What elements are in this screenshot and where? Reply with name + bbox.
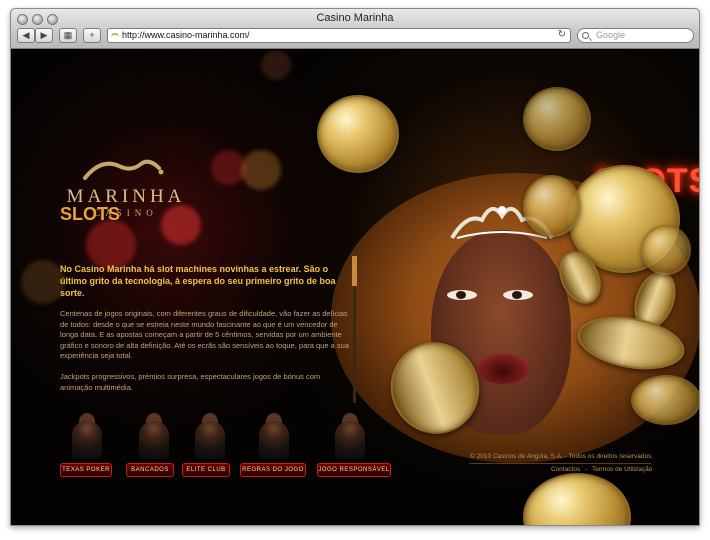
jogo-responsavel-button[interactable]: JOGO RESPONSÁVEL — [317, 463, 391, 477]
text-scrollbar-thumb[interactable] — [352, 256, 357, 286]
address-bar[interactable]: http://www.casino-marinha.com/ ↻ — [107, 28, 571, 43]
texas-poker-button[interactable]: TEXAS POKER — [60, 463, 112, 477]
coin — [641, 225, 691, 275]
person-figure — [335, 421, 365, 459]
forward-icon: ▶ — [40, 30, 48, 40]
coin — [523, 87, 591, 151]
site-favicon — [111, 33, 119, 38]
add-bookmark-button[interactable]: + — [83, 28, 101, 43]
bokeh-light — [21, 260, 65, 304]
search-icon — [582, 32, 589, 39]
footer-links: Contactos - Termos de Utilização — [551, 466, 652, 473]
footer-divider — [469, 463, 651, 464]
coin — [631, 375, 699, 425]
window-title: Casino Marinha — [316, 12, 394, 24]
browser-window: Casino Marinha ◀ ▶ ▦ + http://www.casino… — [10, 8, 700, 526]
thumb-elite-club[interactable] — [179, 411, 241, 463]
search-field[interactable]: Google — [577, 28, 694, 43]
body-paragraph: Jackpots progressivos, prémios surpresa,… — [60, 372, 321, 392]
footer-separator: - — [585, 466, 588, 473]
thumb-bancados[interactable] — [123, 411, 185, 463]
copyright-text: © 2010 Casinos de Angola, S.A. - Todos o… — [470, 453, 654, 460]
reload-icon[interactable]: ↻ — [558, 29, 566, 40]
right-eye — [503, 290, 533, 300]
bokeh-light — [261, 50, 291, 80]
page-content: SLOTS MARINHA CASINO SLOTS No Casino Mar… — [11, 50, 699, 525]
lead-paragraph: No Casino Marinha há slot machines novin… — [60, 264, 336, 298]
forward-button[interactable]: ▶ — [35, 28, 53, 43]
bancados-button[interactable]: BANCADOS — [126, 463, 174, 477]
coin-liberty — [317, 95, 399, 173]
thumb-jogo-responsavel[interactable] — [319, 411, 381, 463]
person-figure — [139, 421, 169, 459]
browser-titlebar: Casino Marinha ◀ ▶ ▦ + http://www.casino… — [11, 9, 699, 49]
person-figure — [72, 421, 102, 459]
coin-bottom — [523, 473, 631, 525]
marinha-logo-wave-icon — [83, 159, 164, 180]
bookmarks-button[interactable]: ▦ — [59, 28, 77, 43]
contactos-link[interactable]: Contactos — [551, 466, 580, 473]
body-paragraph: Centenas de jogos originais, com diferen… — [60, 309, 349, 360]
coin — [523, 175, 581, 237]
open-mouth — [477, 354, 529, 384]
bokeh-light — [241, 150, 281, 190]
person-figure — [259, 421, 289, 459]
add-bookmark-icon: + — [89, 30, 95, 40]
back-button[interactable]: ◀ — [17, 28, 35, 43]
person-figure — [195, 421, 225, 459]
search-placeholder: Google — [596, 30, 626, 40]
url-text: http://www.casino-marinha.com/ — [122, 30, 250, 40]
back-icon: ◀ — [22, 30, 30, 40]
elite-club-button[interactable]: ELITE CLUB — [182, 463, 230, 477]
bookmarks-grid-icon: ▦ — [63, 30, 73, 40]
thumb-texas-poker[interactable] — [56, 411, 118, 463]
left-eye — [447, 290, 477, 300]
thumb-regras-do-jogo[interactable] — [243, 411, 305, 463]
page-title: SLOTS — [60, 204, 121, 224]
termos-link[interactable]: Termos de Utilização — [592, 466, 652, 473]
regras-do-jogo-button[interactable]: REGRAS DO JOGO — [240, 463, 306, 477]
